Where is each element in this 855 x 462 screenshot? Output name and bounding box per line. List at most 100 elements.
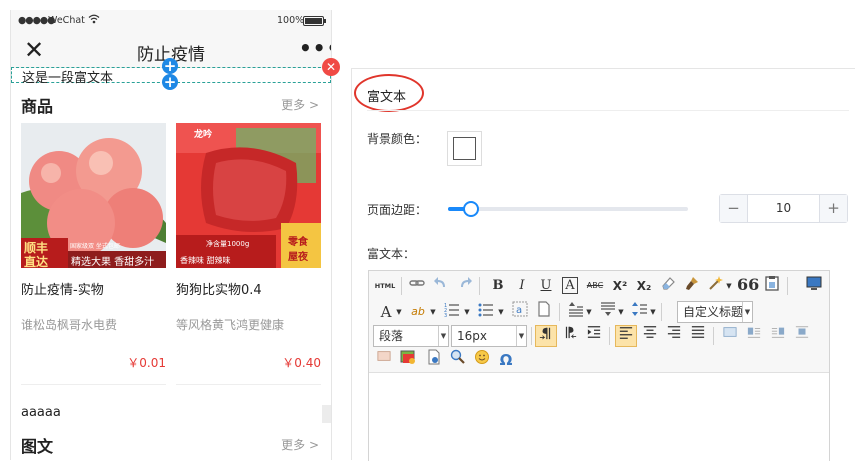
align-left-icon[interactable] — [615, 325, 637, 347]
badge-bottom: 直达 — [24, 255, 49, 268]
divider — [367, 110, 849, 111]
rtl-direction-icon[interactable] — [559, 325, 581, 347]
simple-upload-icon[interactable] — [373, 349, 395, 371]
special-chars-button[interactable]: Ω — [495, 349, 517, 371]
custom-title-value: 自定义标题 — [683, 305, 744, 319]
align-right-icon[interactable] — [663, 325, 685, 347]
product-price: ￥0.01 — [127, 356, 166, 370]
underline-button[interactable]: U — [535, 275, 557, 297]
eraser-icon[interactable] — [657, 275, 679, 297]
insert-video-icon[interactable] — [423, 349, 445, 371]
ordered-list-icon[interactable]: 123 — [441, 301, 463, 323]
settings-panel: 富文本 背景颜色： 页面边距： − 10 + 富文本： HTML B I U A… — [351, 68, 855, 462]
chevron-down-icon[interactable]: ▼ — [497, 301, 505, 323]
delete-block-icon[interactable]: ✕ — [322, 58, 340, 76]
chevron-down-icon: ▼ — [742, 302, 752, 322]
gallery-icon[interactable] — [397, 349, 419, 371]
paragraph-value: 段落 — [379, 329, 404, 343]
image-left-icon[interactable] — [743, 325, 765, 347]
separator — [609, 327, 610, 345]
undo-icon[interactable] — [430, 275, 452, 297]
page-margin-label: 页面边距： — [367, 203, 428, 217]
italic-button[interactable]: I — [511, 275, 533, 297]
slider-track[interactable] — [448, 207, 688, 211]
clear-doc-icon[interactable] — [533, 301, 555, 323]
align-justify-icon[interactable] — [687, 325, 709, 347]
image-none-icon[interactable] — [719, 325, 741, 347]
font-border-button[interactable]: A — [559, 275, 581, 297]
link-icon[interactable] — [406, 275, 428, 297]
product-card[interactable]: 顺丰 直达 国家级双 坐式包邮 精选大果 香甜多汁 防止疫情-实物 谁松岛枫哥水… — [21, 123, 166, 385]
paste-plain-icon[interactable] — [761, 275, 783, 297]
separator — [479, 277, 480, 295]
chevron-down-icon[interactable]: ▼ — [725, 275, 733, 297]
row-spacing-bottom-icon[interactable] — [597, 301, 619, 323]
brand-tag: 龙吟 — [194, 130, 213, 140]
rich-text-content: 这是一段富文本 — [22, 71, 114, 86]
chevron-down-icon[interactable]: ▼ — [585, 301, 593, 323]
paragraph-select[interactable]: 段落 ▼ — [373, 325, 449, 347]
battery-icon — [303, 16, 326, 26]
status-bar: ●●●●● WeChat 100% — [11, 10, 331, 32]
redo-icon[interactable] — [454, 275, 476, 297]
decrease-button[interactable]: − — [720, 195, 748, 222]
font-color-button[interactable]: A — [375, 301, 397, 323]
font-size-select[interactable]: 16px ▼ — [451, 325, 527, 347]
carrier-label: WeChat — [48, 15, 85, 26]
auto-format-icon[interactable] — [705, 275, 727, 297]
rich-text-label: 富文本： — [367, 247, 416, 261]
back-color-button[interactable]: ab — [407, 301, 429, 323]
search-replace-icon[interactable] — [447, 349, 469, 371]
image-right-icon[interactable] — [767, 325, 789, 347]
unordered-list-icon[interactable] — [475, 301, 497, 323]
row-spacing-top-icon[interactable] — [565, 301, 587, 323]
chevron-down-icon[interactable]: ▼ — [617, 301, 625, 323]
html-source-button[interactable]: HTML — [372, 275, 398, 297]
rich-text-editor: HTML B I U A ABC X² X₂ ▼ 66 A ▼ ab ▼ 1 2… — [368, 270, 830, 462]
svg-text:3: 3 — [444, 313, 447, 317]
product-price: ￥0.40 — [282, 356, 321, 370]
emotion-icon[interactable] — [471, 349, 493, 371]
wifi-icon — [88, 14, 100, 27]
svg-text:a: a — [516, 305, 522, 316]
product-desc: 等风格黄飞鸿更健康 — [176, 318, 285, 332]
color-swatch — [453, 137, 476, 160]
separator — [559, 303, 560, 321]
separator — [531, 327, 532, 345]
custom-title-select[interactable]: 自定义标题 ▼ — [677, 301, 753, 323]
chevron-down-icon[interactable]: ▼ — [649, 301, 657, 323]
increase-button[interactable]: + — [819, 195, 847, 222]
weight-tag: 净含量1000g — [206, 240, 250, 248]
battery-percent: 100% — [277, 15, 305, 26]
indent-icon[interactable] — [583, 325, 605, 347]
more-link[interactable]: 更多 > — [281, 436, 319, 453]
format-brush-icon[interactable] — [681, 275, 703, 297]
product-card[interactable]: 龙吟 净含量1000g 香辣味 甜辣味 零食 屋夜 狗狗比实物0.4 等风格黄飞… — [176, 123, 321, 385]
line-height-icon[interactable] — [629, 301, 651, 323]
add-below-icon[interactable]: + — [162, 74, 178, 90]
chevron-down-icon[interactable]: ▼ — [429, 301, 437, 323]
ltr-direction-icon[interactable] — [535, 325, 557, 347]
superscript-button[interactable]: X² — [609, 275, 631, 297]
bold-button[interactable]: B — [487, 275, 509, 297]
more-icon[interactable]: ••• — [299, 36, 331, 60]
chevron-down-icon[interactable]: ▼ — [395, 301, 403, 323]
section-title: 图文 — [21, 437, 54, 456]
image-center-icon[interactable] — [791, 325, 813, 347]
align-center-icon[interactable] — [639, 325, 661, 347]
chevron-down-icon[interactable]: ▼ — [463, 301, 471, 323]
strikethrough-button[interactable]: ABC — [583, 275, 607, 297]
panel-title: 富文本 — [367, 90, 407, 105]
fullscreen-icon[interactable] — [803, 275, 825, 297]
slider-handle[interactable] — [463, 201, 479, 217]
select-all-icon[interactable]: a — [509, 301, 531, 323]
blockquote-button[interactable]: 66 — [737, 274, 759, 296]
subscript-button[interactable]: X₂ — [633, 275, 655, 297]
editor-content-area[interactable] — [369, 374, 829, 462]
product-desc: 谁松岛枫哥水电费 — [21, 318, 118, 332]
more-link[interactable]: 更多 > — [281, 96, 319, 113]
color-picker[interactable] — [447, 131, 482, 166]
scrollbar-thumb[interactable] — [322, 405, 331, 423]
page-margin-input[interactable]: 10 — [748, 195, 819, 222]
add-above-icon[interactable]: + — [162, 58, 178, 74]
